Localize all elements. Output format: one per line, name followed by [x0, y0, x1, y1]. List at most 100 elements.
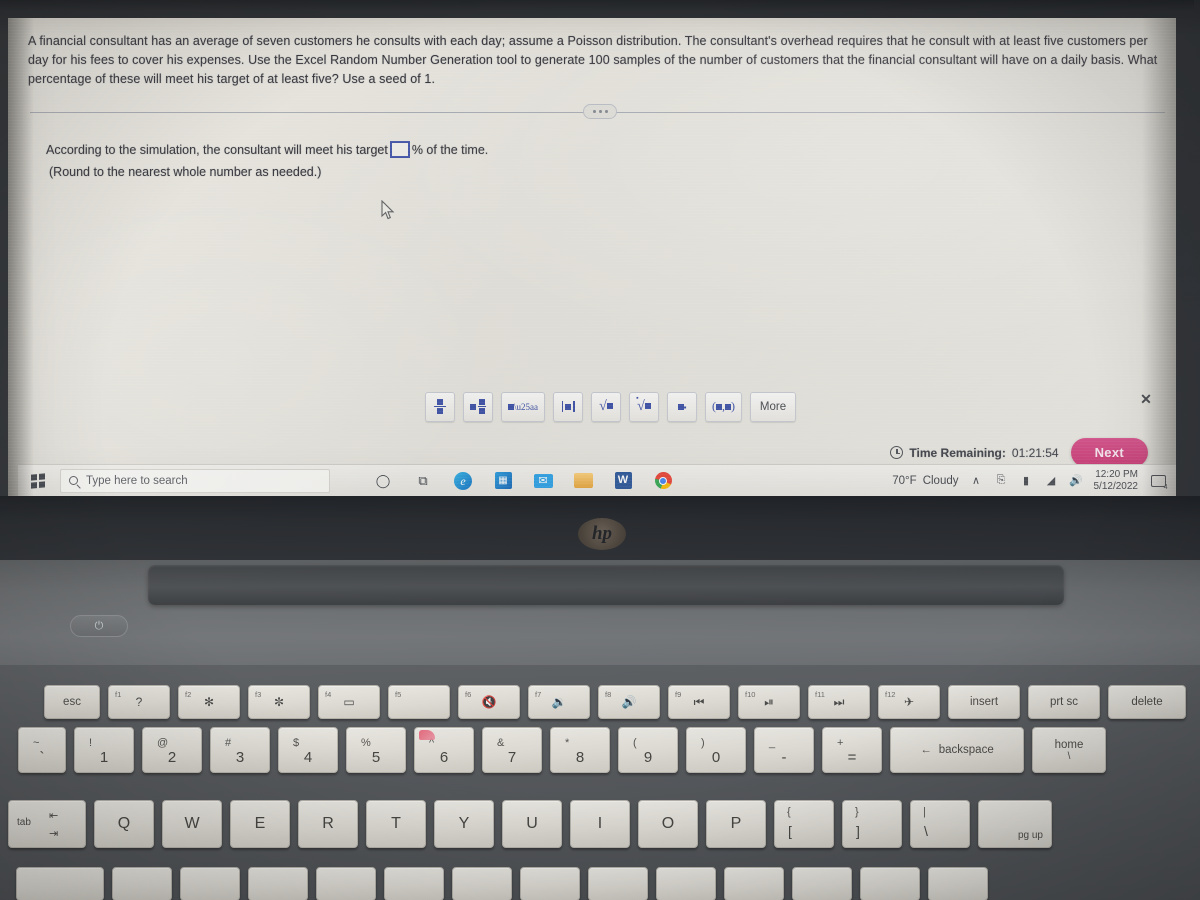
key-backspace[interactable]: ← backspace: [890, 727, 1024, 773]
key-f10-icon: ⏯: [764, 694, 774, 709]
network-icon[interactable]: ◢: [1044, 474, 1059, 488]
key-one[interactable]: ! 1: [74, 727, 134, 773]
key-f11[interactable]: f11 ⏭: [808, 685, 870, 719]
key-bottom-row-partial[interactable]: [656, 867, 716, 900]
exponent-button[interactable]: \u25aa: [501, 391, 545, 422]
key-f7[interactable]: f7 🔉: [528, 685, 590, 719]
cortana-icon[interactable]: ◯: [372, 470, 394, 492]
key-f8[interactable]: f8 🔊: [598, 685, 660, 719]
key-eight[interactable]: * 8: [550, 727, 610, 773]
key-bottom-row-partial[interactable]: [248, 867, 308, 900]
taskbar-clock[interactable]: 12:20 PM 5/12/2022: [1094, 469, 1139, 493]
key-seven[interactable]: & 7: [482, 727, 542, 773]
ellipsis-dot: [592, 110, 596, 113]
key-p[interactable]: P: [706, 800, 766, 848]
key-f3[interactable]: f3 ✼: [248, 685, 310, 719]
key-f2[interactable]: f2 ✻: [178, 685, 240, 719]
mixed-number-icon: [470, 398, 486, 415]
key-nine[interactable]: (9: [618, 727, 678, 773]
key-print-screen[interactable]: prt sc: [1028, 685, 1100, 719]
key-bottom-row-partial[interactable]: [520, 867, 580, 900]
key-home[interactable]: home \: [1032, 727, 1106, 773]
next-button[interactable]: Next: [1070, 438, 1148, 467]
key-w[interactable]: W: [162, 800, 222, 848]
key-bottom-row-partial[interactable]: [112, 867, 172, 900]
key-f9[interactable]: f9 ⏮: [668, 685, 730, 719]
key-bottom-row-partial[interactable]: [588, 867, 648, 900]
key-tab[interactable]: tab ⇤ ⇥: [8, 800, 86, 848]
taskbar-search-box[interactable]: Type here to search: [60, 468, 330, 493]
key-f1[interactable]: f1?: [108, 685, 170, 719]
key-two[interactable]: @2: [142, 727, 202, 773]
key-page-up[interactable]: pg up: [978, 800, 1052, 848]
key-shift-label: %: [361, 736, 371, 749]
absolute-value-button[interactable]: [553, 391, 583, 422]
battery-icon[interactable]: ▮: [1019, 474, 1034, 488]
key-bottom-row-partial[interactable]: [316, 867, 376, 900]
show-hidden-icons-chevron[interactable]: ∧: [969, 474, 984, 488]
system-tray: 70°F Cloudy ∧ ⎘ ▮ ◢ 🔊 12:20 PM 5/12/2022…: [892, 469, 1176, 493]
key-q[interactable]: Q: [94, 800, 154, 848]
key-bottom-row-partial[interactable]: [792, 867, 852, 900]
key-bottom-row-partial[interactable]: [16, 867, 104, 900]
key-shift-label: _: [769, 736, 776, 749]
key-backslash[interactable]: | \: [910, 800, 970, 848]
laptop-display: A financial consultant has an average of…: [8, 18, 1176, 496]
key-bottom-row-partial[interactable]: [860, 867, 920, 900]
key-u[interactable]: U: [502, 800, 562, 848]
key-bottom-row-partial[interactable]: [724, 867, 784, 900]
key-bottom-row-partial[interactable]: [384, 867, 444, 900]
key-delete[interactable]: delete: [1108, 685, 1186, 719]
weather-widget[interactable]: 70°F Cloudy: [892, 475, 958, 487]
key-f10[interactable]: f10 ⏯: [738, 685, 800, 719]
fraction-button[interactable]: [425, 391, 455, 422]
key-four[interactable]: $4: [278, 727, 338, 773]
key-six[interactable]: ^ 6: [414, 727, 474, 773]
key-f12[interactable]: f12 ✈: [878, 685, 940, 719]
key-f5[interactable]: f5: [388, 685, 450, 719]
key-bracket-right[interactable]: }]: [842, 800, 902, 848]
key-tilde[interactable]: ~ `: [18, 727, 66, 773]
chrome-icon[interactable]: [652, 470, 674, 492]
edge-icon[interactable]: e: [452, 470, 474, 492]
key-r[interactable]: R: [298, 800, 358, 848]
key-f4[interactable]: f4 ▭: [318, 685, 380, 719]
ordered-pair-button[interactable]: (,): [705, 391, 742, 422]
key-bracket-left[interactable]: {[: [774, 800, 834, 848]
start-button[interactable]: [18, 465, 58, 497]
mail-icon[interactable]: ✉: [532, 470, 554, 492]
close-icon[interactable]: ✕: [1138, 391, 1154, 407]
key-y[interactable]: Y: [434, 800, 494, 848]
word-icon[interactable]: W: [612, 470, 634, 492]
mixed-number-button[interactable]: [463, 391, 493, 422]
square-root-button[interactable]: √: [591, 391, 621, 422]
key-o[interactable]: O: [638, 800, 698, 848]
key-minus[interactable]: _ -: [754, 727, 814, 773]
more-symbols-button[interactable]: More: [750, 391, 796, 422]
onedrive-icon[interactable]: ⎘: [994, 474, 1009, 488]
more-options-ellipsis-button[interactable]: [583, 104, 617, 119]
volume-icon[interactable]: 🔊: [1069, 474, 1084, 488]
key-five[interactable]: % 5: [346, 727, 406, 773]
key-fn-label: f3: [255, 690, 262, 699]
key-e[interactable]: E: [230, 800, 290, 848]
notification-center-icon[interactable]: 4: [1148, 472, 1168, 491]
key-bottom-row-partial[interactable]: [180, 867, 240, 900]
key-bottom-row-partial[interactable]: [452, 867, 512, 900]
key-i[interactable]: I: [570, 800, 630, 848]
key-insert[interactable]: insert: [948, 685, 1020, 719]
nth-root-button[interactable]: ▪ √: [629, 391, 659, 422]
key-t[interactable]: T: [366, 800, 426, 848]
key-bottom-row-partial[interactable]: [928, 867, 988, 900]
key-f6[interactable]: f6 🔇: [458, 685, 520, 719]
file-explorer-icon[interactable]: [572, 470, 594, 492]
microsoft-store-icon[interactable]: ▦: [492, 470, 514, 492]
task-view-icon[interactable]: ⧉: [412, 470, 434, 492]
key-equals[interactable]: + =: [822, 727, 882, 773]
answer-input[interactable]: [389, 141, 410, 158]
key-zero[interactable]: ) 0: [686, 727, 746, 773]
power-button[interactable]: ⏻: [70, 615, 128, 637]
subscript-button[interactable]: ▪: [667, 391, 697, 422]
key-three[interactable]: #3: [210, 727, 270, 773]
key-esc[interactable]: esc: [44, 685, 100, 719]
